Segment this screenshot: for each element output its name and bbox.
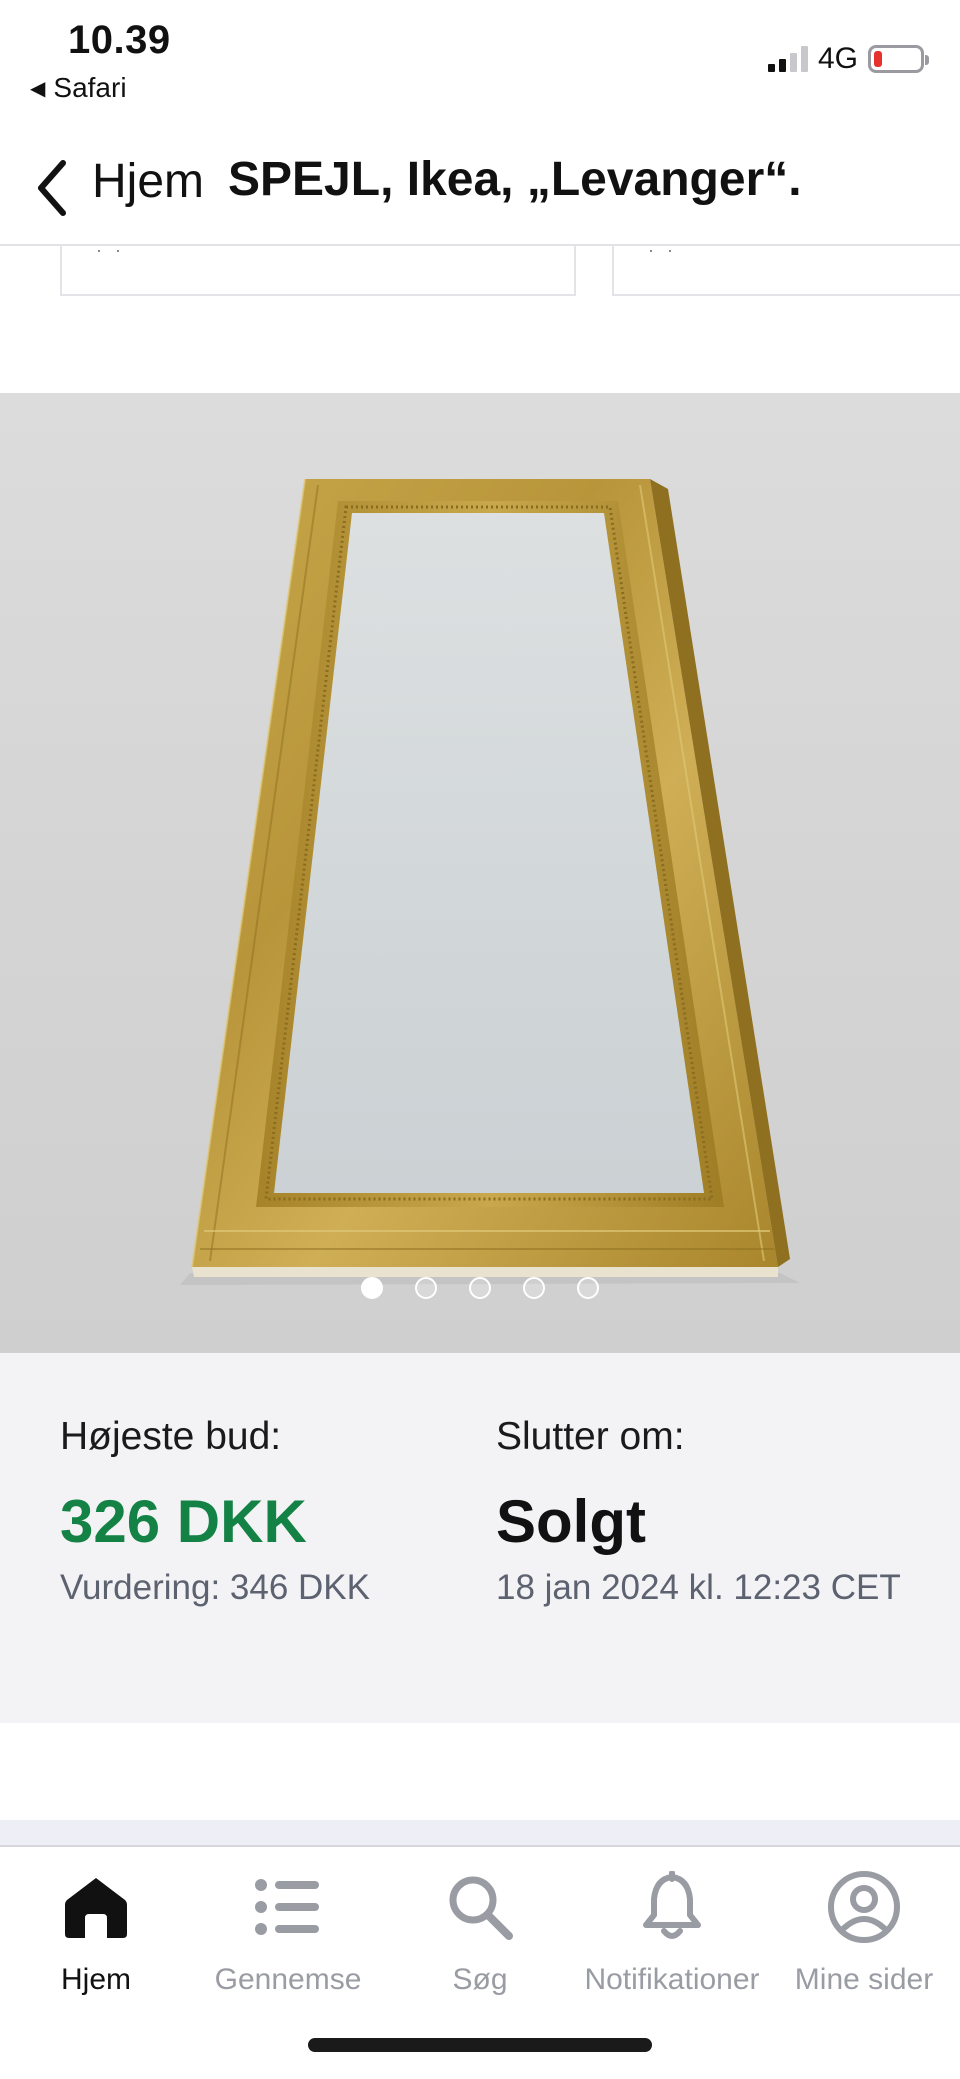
carousel-dot[interactable] (523, 1277, 545, 1299)
tab-notifications[interactable]: Notifikationer (576, 1867, 768, 1997)
carousel-dot[interactable] (577, 1277, 599, 1299)
carousel-dot[interactable] (361, 1277, 383, 1299)
network-label: 4G (817, 42, 858, 75)
back-button[interactable] (22, 150, 82, 226)
related-card-peek[interactable]: · · (612, 240, 960, 296)
tab-my-pages[interactable]: Mine sider (768, 1867, 960, 1997)
tab-search[interactable]: Søg (384, 1867, 576, 1997)
carousel-dot[interactable] (469, 1277, 491, 1299)
tab-label: Hjem (60, 1963, 131, 1996)
status-indicators: 4G (767, 42, 929, 76)
status-time: 10.39 (68, 18, 171, 62)
carousel-dot[interactable] (415, 1277, 437, 1299)
auction-status: Solgt (496, 1488, 646, 1555)
section-band (0, 1820, 960, 1846)
highest-bid-column: Højeste bud: 326 DKK Vurdering: 346 DKK (60, 1415, 460, 1611)
navigation-header: Hjem SPEJL, Ikea, „Levanger“. (0, 130, 960, 246)
search-icon (440, 1867, 520, 1947)
highest-bid-value: 326 DKK (60, 1488, 307, 1555)
mirror-photo (180, 478, 800, 1285)
ends-label: Slutter om: (496, 1415, 685, 1458)
chevron-left-icon (38, 160, 66, 216)
profile-icon (824, 1867, 904, 1947)
back-app-label: Safari (53, 72, 127, 103)
bid-info-section: Højeste bud: 326 DKK Vurdering: 346 DKK … (0, 1353, 960, 1723)
battery-icon (868, 45, 929, 73)
list-icon (248, 1867, 328, 1947)
tab-home[interactable]: Hjem (0, 1867, 192, 1997)
signal-icon (767, 46, 808, 72)
related-card-peek[interactable]: · · (60, 240, 576, 296)
image-carousel[interactable] (0, 393, 960, 1353)
tab-label: Notifikationer (584, 1963, 760, 1996)
page-title: SPEJL, Ikea, „Levanger“. (228, 153, 802, 206)
home-icon (56, 1867, 136, 1947)
end-date: 18 jan 2024 kl. 12:23 CET (496, 1568, 901, 1607)
status-bar: 10.39 ◀ Safari 4G (0, 0, 960, 120)
home-indicator[interactable] (308, 2038, 652, 2052)
page: 10.39 ◀ Safari 4G Hjem SPEJL, Ikea, „Lev… (0, 0, 960, 2079)
back-label[interactable]: Hjem (92, 154, 204, 209)
back-triangle-icon: ◀ (30, 77, 46, 100)
carousel-pagination (0, 1277, 960, 1299)
card-text-fragment: · · (96, 240, 125, 260)
card-text-fragment: · · (648, 240, 677, 260)
tab-browse[interactable]: Gennemse (192, 1867, 384, 1997)
highest-bid-label: Højeste bud: (60, 1415, 282, 1458)
tab-label: Mine sider (794, 1963, 934, 1996)
bell-icon (632, 1867, 712, 1947)
tab-label: Gennemse (214, 1963, 362, 1996)
auction-end-column: Slutter om: Solgt 18 jan 2024 kl. 12:23 … (496, 1415, 916, 1611)
tab-label: Søg (452, 1963, 508, 1996)
valuation-text: Vurdering: 346 DKK (60, 1568, 370, 1607)
back-to-app-link[interactable]: ◀ Safari (30, 72, 127, 104)
